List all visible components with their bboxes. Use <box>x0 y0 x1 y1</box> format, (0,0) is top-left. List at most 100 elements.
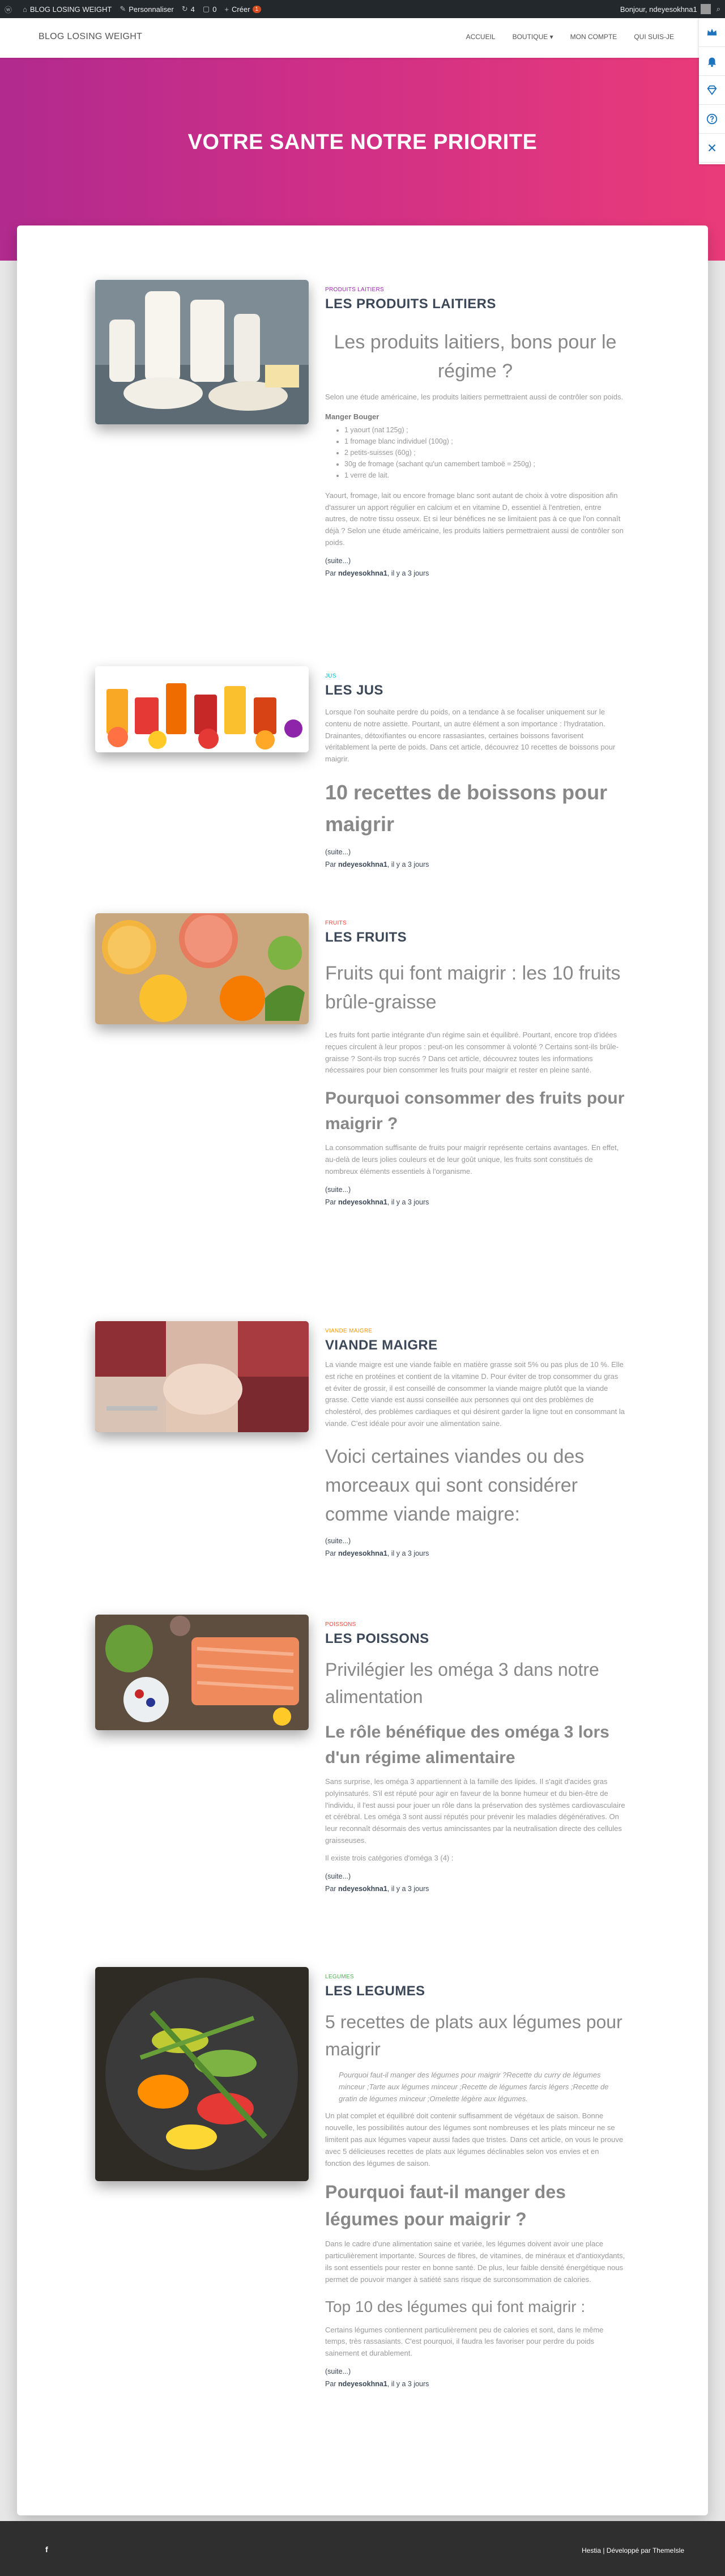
admin-site-link[interactable]: ⌂ BLOG LOSING WEIGHT <box>23 5 112 14</box>
side-gem-button[interactable] <box>699 76 725 105</box>
nav-boutique[interactable]: BOUTIQUE ▾ <box>513 33 553 41</box>
list-item: 30g de fromage (sachant qu'un camembert … <box>344 458 625 470</box>
read-more-link[interactable]: (suite...) <box>325 1872 625 1880</box>
post-image[interactable] <box>95 280 309 424</box>
post-body: Sans surprise, les oméga 3 appartiennent… <box>325 1777 625 1845</box>
post-heading: Voici certaines viandes ou des morceaux … <box>325 1445 585 1525</box>
post-content: POISSONS LES POISSONS Privilégier les om… <box>325 1621 625 1893</box>
admin-updates-link[interactable]: ↻ 4 <box>182 5 195 14</box>
admin-greeting[interactable]: Bonjour, ndeyesokhna1 <box>620 5 697 14</box>
post-category[interactable]: PRODUITS LAITIERS <box>325 287 625 293</box>
post-byline: Par ndeyesokhna1, il y a 3 jours <box>325 2380 625 2388</box>
read-more-link[interactable]: (suite...) <box>325 1537 625 1545</box>
post-body: Yaourt, fromage, lait ou encore fromage … <box>325 491 624 547</box>
meat-image <box>95 1321 309 1432</box>
footer-credit: Hestia | Développé par ThemeIsle <box>582 2547 684 2554</box>
post-title[interactable]: VIANDE MAIGRE <box>325 1338 625 1353</box>
bell-icon <box>707 57 717 67</box>
search-icon[interactable]: ⌕ <box>717 5 720 14</box>
post-title[interactable]: LES PRODUITS LAITIERS <box>325 296 625 312</box>
side-notifications-button[interactable] <box>699 47 725 76</box>
post-category[interactable]: FRUITS <box>325 920 625 926</box>
site-header: BLOG LOSING WEIGHT ACCUEIL BOUTIQUE ▾ MO… <box>0 18 725 58</box>
post-title[interactable]: LES FRUITS <box>325 930 625 946</box>
post-category[interactable]: VIANDE MAIGRE <box>325 1328 625 1334</box>
read-more-link[interactable]: (suite...) <box>325 2368 625 2375</box>
byline-prefix: Par <box>325 2379 336 2388</box>
post-image[interactable] <box>95 913 309 1024</box>
byline-prefix: Par <box>325 569 336 577</box>
fruits-image <box>95 913 309 1024</box>
post-content: JUS LES JUS Lorsque l'on souhaite perdre… <box>325 673 625 868</box>
wordpress-icon: ⓦ <box>5 5 12 14</box>
facebook-icon[interactable]: f <box>45 2545 48 2554</box>
nav-qui-suis-je[interactable]: QUI SUIS-JE <box>634 33 674 41</box>
admin-customize-link[interactable]: ✎ Personnaliser <box>120 5 173 14</box>
post-image[interactable] <box>95 1967 309 2181</box>
post-date: , il y a 3 jours <box>387 1198 429 1206</box>
admin-updates-count: 4 <box>190 5 195 14</box>
wp-logo-menu[interactable]: ⓦ <box>5 4 15 15</box>
read-more-link[interactable]: (suite...) <box>325 848 625 856</box>
post-image[interactable] <box>95 1615 309 1730</box>
nav-mon-compte[interactable]: MON COMPTE <box>570 33 617 41</box>
post-byline: Par ndeyesokhna1, il y a 3 jours <box>325 1198 625 1206</box>
post-date: , il y a 3 jours <box>387 1884 429 1893</box>
post-author[interactable]: ndeyesokhna1 <box>338 1885 387 1893</box>
side-help-button[interactable] <box>699 105 725 134</box>
post-category[interactable]: POISSONS <box>325 1621 625 1628</box>
dairy-image <box>95 280 309 424</box>
avatar[interactable] <box>700 4 711 14</box>
post-content: VIANDE MAIGRE VIANDE MAIGRE La viande ma… <box>325 1328 625 1557</box>
post-author[interactable]: ndeyesokhna1 <box>338 1198 387 1206</box>
site-brand[interactable]: BLOG LOSING WEIGHT <box>39 32 142 42</box>
post-body-2: Dans le cadre d'une alimentation saine e… <box>325 2239 625 2284</box>
post-subhead: Manger Bouger <box>325 412 379 421</box>
post-body: Un plat complet et équilibré doit conten… <box>325 2111 624 2168</box>
post-category[interactable]: LEGUMES <box>325 1974 625 1980</box>
post-author[interactable]: ndeyesokhna1 <box>338 2380 387 2388</box>
post-image[interactable] <box>95 666 309 752</box>
post-author[interactable]: ndeyesokhna1 <box>338 1549 387 1557</box>
admin-customize-label: Personnaliser <box>129 5 174 14</box>
post-image[interactable] <box>95 1321 309 1432</box>
crown-icon <box>707 28 717 36</box>
post-heading: Fruits qui font maigrir : les 10 fruits … <box>325 963 621 1013</box>
admin-new-link[interactable]: + Créer 1 <box>224 5 262 14</box>
read-more-link[interactable]: (suite...) <box>325 557 625 565</box>
post-date: , il y a 3 jours <box>387 2379 429 2388</box>
post-heading: 10 recettes de boissons pour maigrir <box>325 780 608 836</box>
comment-icon: ▢ <box>202 5 210 13</box>
help-icon <box>706 113 718 125</box>
post-title[interactable]: LES LEGUMES <box>325 1983 625 1999</box>
post-body-3: Certains légumes contiennent particulièr… <box>325 2325 604 2358</box>
main-nav: ACCUEIL BOUTIQUE ▾ MON COMPTE QUI SUIS-J… <box>449 33 674 41</box>
nav-accueil[interactable]: ACCUEIL <box>466 33 496 41</box>
post-author[interactable]: ndeyesokhna1 <box>338 861 387 868</box>
footer-site-link[interactable]: Hestia <box>582 2547 601 2554</box>
post-byline: Par ndeyesokhna1, il y a 3 jours <box>325 1885 625 1893</box>
site-footer: f Hestia | Développé par ThemeIsle <box>0 2521 725 2576</box>
post-subheading: Pourquoi consommer des fruits pour maigr… <box>325 1089 625 1134</box>
admin-comments-link[interactable]: ▢ 0 <box>203 5 217 14</box>
list-item: 1 verre de lait. <box>344 470 625 481</box>
post-byline: Par ndeyesokhna1, il y a 3 jours <box>325 1549 625 1557</box>
post-content: PRODUITS LAITIERS LES PRODUITS LAITIERS … <box>325 287 625 577</box>
post-body: Lorsque l'on souhaite perdre du poids, o… <box>325 708 616 764</box>
juices-image <box>95 666 309 752</box>
post-byline: Par ndeyesokhna1, il y a 3 jours <box>325 569 625 577</box>
post-quote: Pourquoi faut-il manger des légumes pour… <box>339 2071 609 2103</box>
plus-icon: + <box>224 5 229 14</box>
home-icon: ⌂ <box>23 5 27 14</box>
post-category[interactable]: JUS <box>325 673 625 679</box>
list-item: 1 yaourt (nat 125g) ; <box>344 424 625 436</box>
side-close-button[interactable] <box>699 134 725 163</box>
post-author[interactable]: ndeyesokhna1 <box>338 569 387 577</box>
post-title[interactable]: LES JUS <box>325 683 625 699</box>
post-content: FRUITS LES FRUITS Fruits qui font maigri… <box>325 920 625 1206</box>
post-title[interactable]: LES POISSONS <box>325 1631 625 1647</box>
side-crown-button[interactable] <box>699 18 725 47</box>
read-more-link[interactable]: (suite...) <box>325 1186 625 1194</box>
footer-author-link[interactable]: ThemeIsle <box>652 2547 684 2554</box>
post-body-2: Il existe trois catégories d'oméga 3 (4)… <box>325 1853 454 1862</box>
